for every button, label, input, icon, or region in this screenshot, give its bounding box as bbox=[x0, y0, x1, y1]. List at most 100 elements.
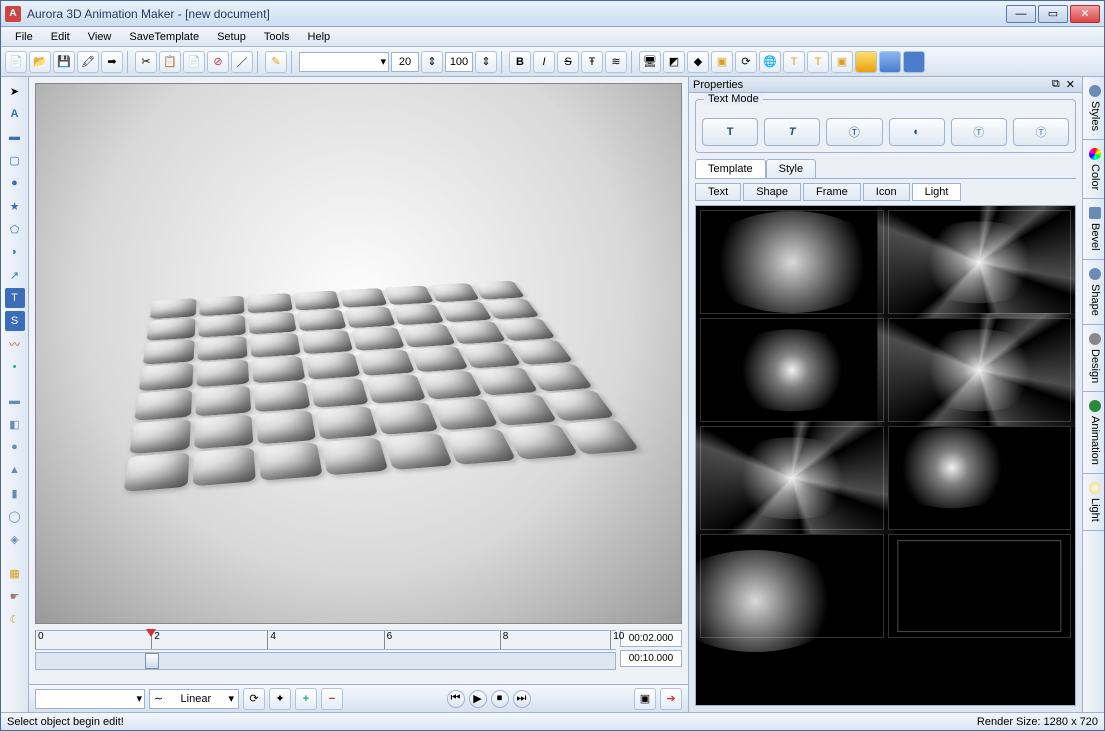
shape-tool-icon[interactable]: ◗ bbox=[5, 242, 25, 262]
rect-tool-icon[interactable]: ▬ bbox=[5, 127, 25, 147]
point-tool-icon[interactable]: • bbox=[5, 357, 25, 377]
font-size-input[interactable]: 20 bbox=[391, 52, 419, 72]
material-icon[interactable] bbox=[879, 51, 901, 73]
text-mode-5[interactable]: Ⓣ bbox=[951, 118, 1007, 146]
menu-edit[interactable]: Edit bbox=[43, 29, 78, 45]
line-tool-icon[interactable]: ↗ bbox=[5, 265, 25, 285]
preview-icon[interactable]: ▣ bbox=[634, 688, 656, 710]
light-preset-7[interactable] bbox=[700, 534, 884, 638]
light-preset-5[interactable] bbox=[700, 426, 884, 530]
text3d2-icon[interactable]: T bbox=[807, 51, 829, 73]
box-icon[interactable]: ▣ bbox=[711, 51, 733, 73]
object-icon[interactable]: ◆ bbox=[687, 51, 709, 73]
cube-tool-icon[interactable]: ◧ bbox=[5, 414, 25, 434]
playhead-marker[interactable] bbox=[146, 629, 156, 637]
viewport-3d[interactable] bbox=[35, 83, 682, 624]
moon-tool-icon[interactable]: ☾ bbox=[5, 609, 25, 629]
sphere-tool-icon[interactable]: ● bbox=[5, 437, 25, 457]
italic-icon[interactable]: I bbox=[533, 51, 555, 73]
subtab-icon[interactable]: Icon bbox=[863, 183, 910, 201]
reload-icon[interactable]: ⟳ bbox=[243, 688, 265, 710]
star-tool-icon[interactable]: ★ bbox=[5, 196, 25, 216]
text-tool-icon[interactable]: A bbox=[5, 104, 25, 124]
light-preset-8[interactable] bbox=[888, 534, 1072, 638]
subtab-shape[interactable]: Shape bbox=[743, 183, 801, 201]
export-icon[interactable]: ➡ bbox=[101, 51, 123, 73]
timeline-slider[interactable] bbox=[35, 652, 616, 670]
text-mode-4[interactable]: ◐ bbox=[889, 118, 945, 146]
tween-icon[interactable]: ✦ bbox=[269, 688, 291, 710]
font-size-stepper[interactable]: ⇕ bbox=[421, 51, 443, 73]
shape3d-tool-icon[interactable]: S bbox=[5, 311, 25, 331]
line-height-stepper[interactable]: ⇕ bbox=[475, 51, 497, 73]
strike-icon[interactable]: S bbox=[557, 51, 579, 73]
light-preset-3[interactable] bbox=[700, 318, 884, 422]
maximize-button[interactable]: ▭ bbox=[1038, 5, 1068, 23]
menu-file[interactable]: File bbox=[7, 29, 41, 45]
easing-combo[interactable]: ∼Linear▾ bbox=[149, 689, 239, 709]
current-time[interactable]: 00:02.000 bbox=[620, 630, 682, 647]
torus-tool-icon[interactable]: ◯ bbox=[5, 506, 25, 526]
image-tool-icon[interactable]: ▦ bbox=[5, 563, 25, 583]
text-mode-3[interactable]: Ⓣ bbox=[826, 118, 882, 146]
subtab-frame[interactable]: Frame bbox=[803, 183, 861, 201]
stop-icon[interactable]: ⏹ bbox=[491, 690, 509, 708]
text-mode-2[interactable]: T bbox=[764, 118, 820, 146]
text-effect-icon[interactable]: Ŧ bbox=[581, 51, 603, 73]
menu-savetemplate[interactable]: SaveTemplate bbox=[121, 29, 207, 45]
play-icon[interactable]: ▶ bbox=[469, 690, 487, 708]
text3d-icon[interactable]: T bbox=[783, 51, 805, 73]
bold-icon[interactable]: B bbox=[509, 51, 531, 73]
polygon-tool-icon[interactable]: ⬠ bbox=[5, 219, 25, 239]
screen-icon[interactable] bbox=[903, 51, 925, 73]
timeline-ruler[interactable]: 0 2 4 6 8 10 bbox=[35, 630, 616, 650]
layers-icon[interactable]: ≋ bbox=[605, 51, 627, 73]
new-icon[interactable]: 📄 bbox=[5, 51, 27, 73]
cut-icon[interactable]: ✂ bbox=[135, 51, 157, 73]
gem-tool-icon[interactable]: ◈ bbox=[5, 529, 25, 549]
render-icon[interactable]: 🖥 bbox=[639, 51, 661, 73]
pointer-tool-icon[interactable]: ➤ bbox=[5, 81, 25, 101]
tab-style[interactable]: Style bbox=[766, 159, 816, 178]
animation-combo[interactable]: ▾ bbox=[35, 689, 145, 709]
light-preset-4[interactable] bbox=[888, 318, 1072, 422]
highlight-icon[interactable]: ✎ bbox=[265, 51, 287, 73]
copy-icon[interactable]: 📋 bbox=[159, 51, 181, 73]
cylinder-tool-icon[interactable]: ▮ bbox=[5, 483, 25, 503]
subtab-text[interactable]: Text bbox=[695, 183, 741, 201]
save-as-icon[interactable]: 🖍 bbox=[77, 51, 99, 73]
undock-icon[interactable]: ⧉ bbox=[1049, 78, 1063, 91]
sidetab-bevel[interactable]: Bevel bbox=[1083, 199, 1104, 260]
cone-tool-icon[interactable]: ▲ bbox=[5, 460, 25, 480]
menu-help[interactable]: Help bbox=[300, 29, 339, 45]
edit-icon[interactable]: ／ bbox=[231, 51, 253, 73]
light-preset-2[interactable] bbox=[888, 210, 1072, 314]
sidetab-light[interactable]: Light bbox=[1083, 474, 1104, 531]
sidetab-animation[interactable]: Animation bbox=[1083, 392, 1104, 474]
slider-thumb[interactable] bbox=[145, 653, 159, 669]
scene-icon[interactable]: ◩ bbox=[663, 51, 685, 73]
menu-setup[interactable]: Setup bbox=[209, 29, 254, 45]
light-preset-6[interactable] bbox=[888, 426, 1072, 530]
cube3d-icon[interactable]: ▣ bbox=[831, 51, 853, 73]
remove-key-icon[interactable]: − bbox=[321, 688, 343, 710]
first-frame-icon[interactable]: ⏮ bbox=[447, 690, 465, 708]
open-icon[interactable]: 📂 bbox=[29, 51, 51, 73]
add-key-icon[interactable]: + bbox=[295, 688, 317, 710]
text-mode-6[interactable]: Ⓣ bbox=[1013, 118, 1069, 146]
total-time[interactable]: 00:10.000 bbox=[620, 650, 682, 667]
font-family-combo[interactable]: ▾ bbox=[299, 52, 389, 72]
tab-template[interactable]: Template bbox=[695, 159, 766, 178]
save-icon[interactable]: 💾 bbox=[53, 51, 75, 73]
globe-icon[interactable]: 🌐 bbox=[759, 51, 781, 73]
sidetab-styles[interactable]: Styles bbox=[1083, 77, 1104, 140]
record-icon[interactable]: ➔ bbox=[660, 688, 682, 710]
sidetab-shape[interactable]: Shape bbox=[1083, 260, 1104, 325]
delete-icon[interactable]: ⊘ bbox=[207, 51, 229, 73]
bar-tool-icon[interactable]: ▬ bbox=[5, 391, 25, 411]
paste-icon[interactable]: 📄 bbox=[183, 51, 205, 73]
menu-tools[interactable]: Tools bbox=[256, 29, 298, 45]
roundrect-tool-icon[interactable]: ▢ bbox=[5, 150, 25, 170]
subtab-light[interactable]: Light bbox=[912, 183, 962, 201]
text3d-tool-icon[interactable]: T bbox=[5, 288, 25, 308]
